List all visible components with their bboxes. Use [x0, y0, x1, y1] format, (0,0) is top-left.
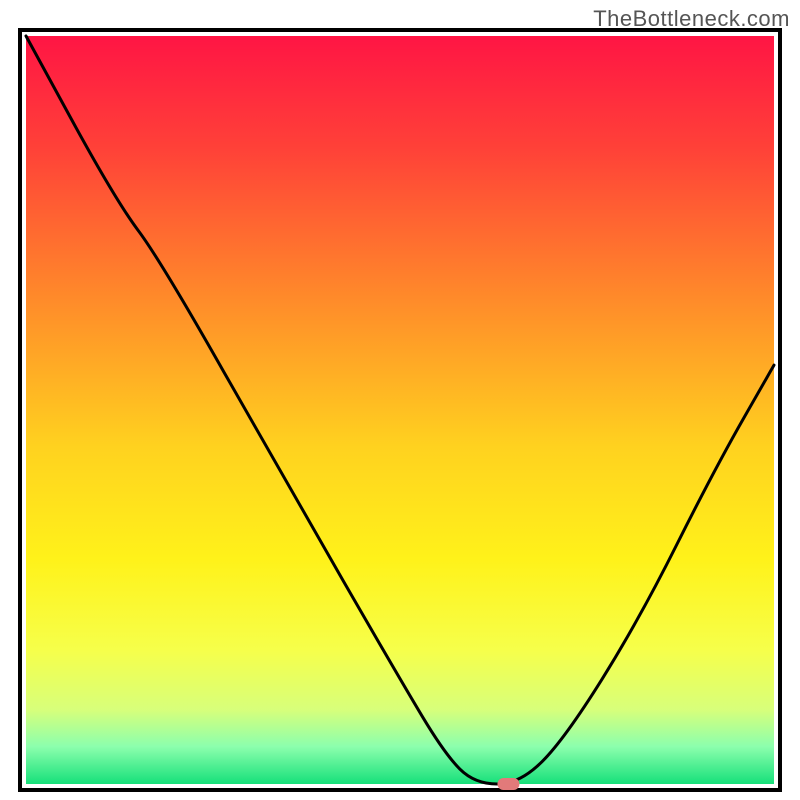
- bottleneck-chart: [0, 0, 800, 800]
- chart-background: [26, 36, 774, 784]
- chart-container: TheBottleneck.com: [0, 0, 800, 800]
- optimum-marker: [497, 778, 519, 790]
